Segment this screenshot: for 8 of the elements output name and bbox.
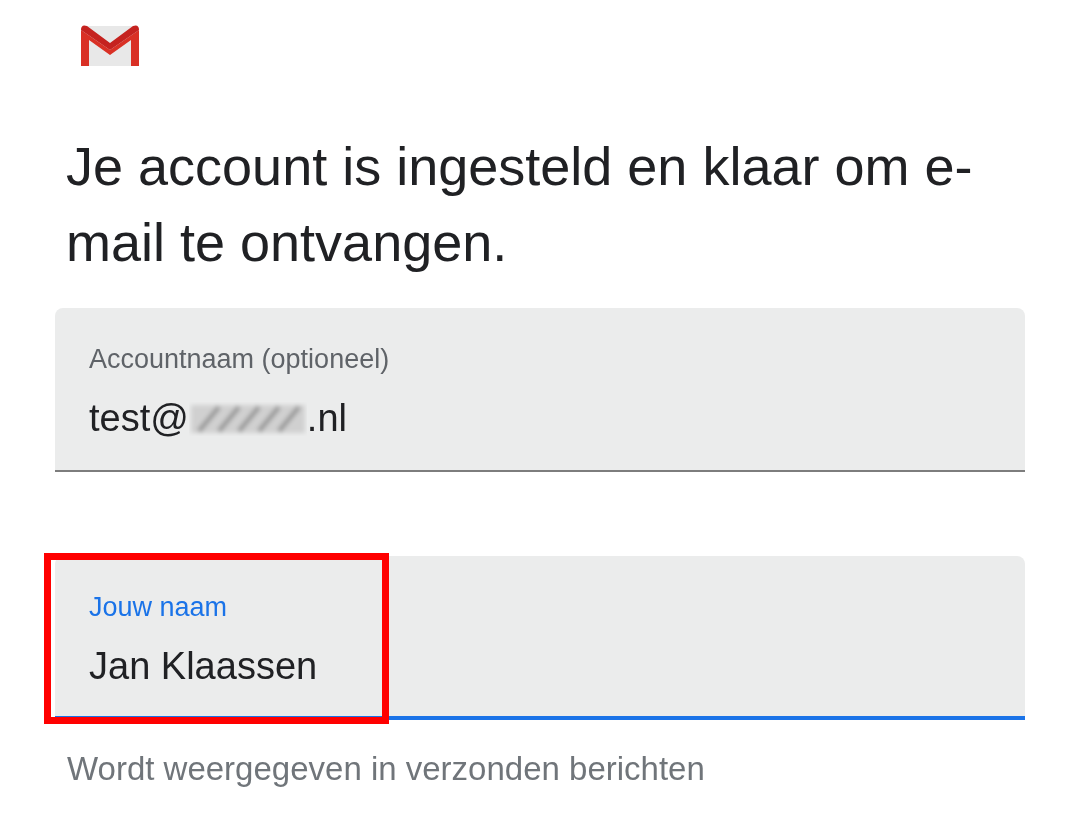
field-label: Jouw naam <box>89 592 228 623</box>
field-value: test@ <box>89 397 189 440</box>
heading: Je account is ingesteld en klaar om e-mail te ontvangen. <box>66 135 974 274</box>
field-label: Accountnaam (optioneel) <box>89 344 390 375</box>
field-value: Jan Klaassen <box>89 645 318 688</box>
text-field[interactable]: Accountnaam (optioneel) test@ .nl <box>55 308 1025 472</box>
field-value-suffix: .nl <box>306 397 347 440</box>
helper-text: Wordt weergegeven in verzonden berichten <box>67 750 705 788</box>
